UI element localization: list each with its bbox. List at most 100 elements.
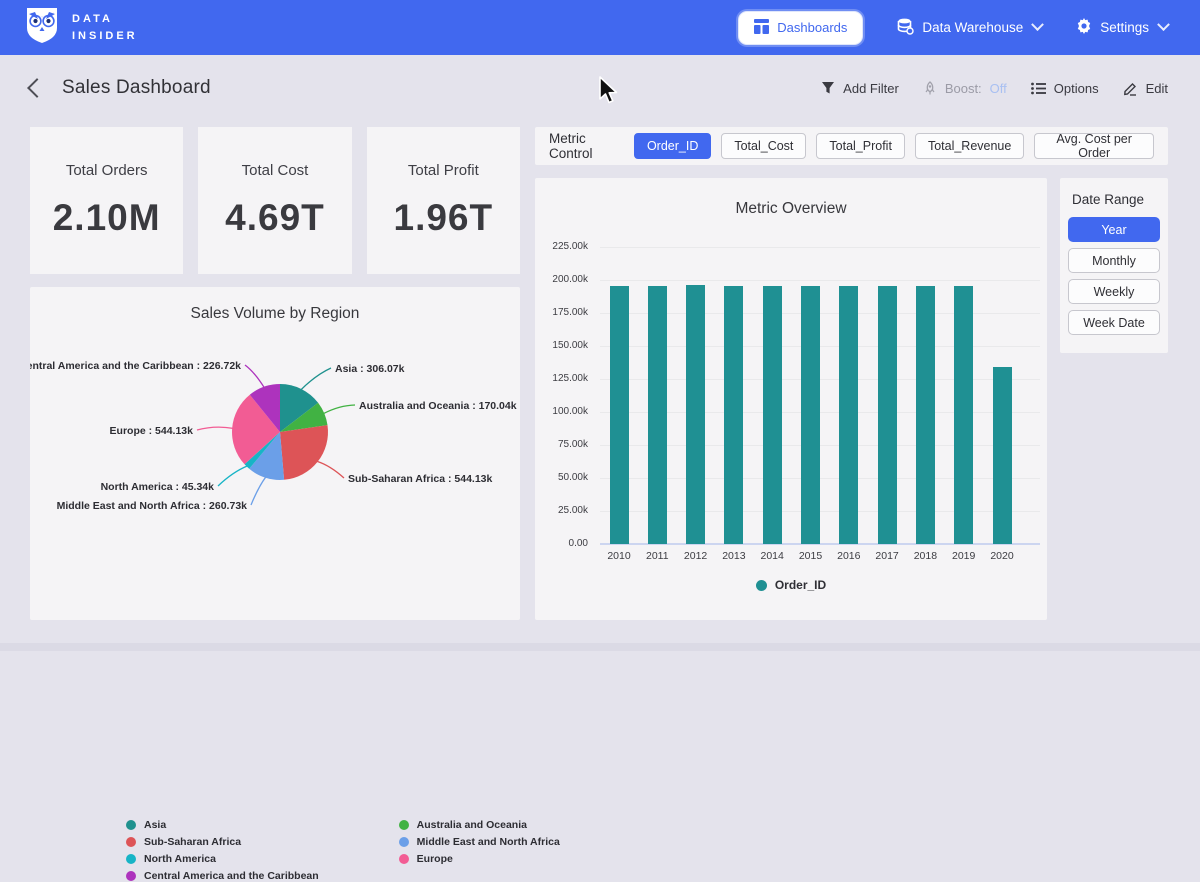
bar-chart-legend: Order_ID bbox=[535, 578, 1047, 592]
bar-2017[interactable] bbox=[878, 286, 897, 544]
y-tick-label: 25.00k bbox=[538, 505, 588, 516]
database-icon bbox=[897, 18, 914, 38]
bar-2020[interactable] bbox=[993, 367, 1012, 544]
add-filter-button[interactable]: Add Filter bbox=[821, 81, 899, 96]
x-tick-label: 2018 bbox=[905, 550, 945, 562]
pie-slice-label: Asia : 306.07k bbox=[335, 363, 405, 375]
x-tick-label: 2010 bbox=[599, 550, 639, 562]
kpi-value: 4.69T bbox=[225, 197, 325, 239]
date-range-weekly-button[interactable]: Weekly bbox=[1068, 279, 1160, 304]
kpi-card-total-orders: Total Orders 2.10M bbox=[30, 127, 183, 274]
top-navbar: DATA INSIDER Dashboards bbox=[0, 0, 1200, 55]
legend-item: Central America and the Caribbean bbox=[126, 870, 319, 882]
chevron-down-icon bbox=[1157, 18, 1170, 31]
settings-label: Settings bbox=[1100, 20, 1149, 35]
pie-slice-label: Middle East and North Africa : 260.73k bbox=[57, 500, 248, 512]
metric-chip-total-revenue[interactable]: Total_Revenue bbox=[915, 133, 1024, 159]
metric-chip-total-cost[interactable]: Total_Cost bbox=[721, 133, 806, 159]
date-range-panel: Date Range Year Monthly Weekly Week Date bbox=[1060, 178, 1168, 353]
filter-funnel-icon bbox=[821, 81, 835, 95]
pie-label-line bbox=[197, 427, 233, 430]
kpi-label: Total Profit bbox=[408, 162, 479, 179]
bar-2015[interactable] bbox=[801, 286, 820, 544]
bar-2011[interactable] bbox=[648, 286, 667, 544]
pie-slice-label: North America : 45.34k bbox=[101, 481, 215, 493]
legend-item: Europe bbox=[399, 853, 560, 865]
legend-item: Sub-Saharan Africa bbox=[126, 836, 319, 848]
dashboard-header: Sales Dashboard Add Filter Boost: Off bbox=[0, 55, 1200, 121]
x-tick-label: 2019 bbox=[944, 550, 984, 562]
dashboard-grid-icon bbox=[754, 19, 769, 37]
x-tick-label: 2020 bbox=[982, 550, 1022, 562]
metric-chip-total-profit[interactable]: Total_Profit bbox=[816, 133, 905, 159]
y-tick-label: 200.00k bbox=[538, 274, 588, 285]
bar-2018[interactable] bbox=[916, 286, 935, 544]
metric-chip-avg-cost-per-order[interactable]: Avg. Cost per Order bbox=[1034, 133, 1154, 159]
bar-2014[interactable] bbox=[763, 286, 782, 544]
kpi-value: 2.10M bbox=[53, 197, 161, 239]
pencil-icon bbox=[1123, 81, 1138, 96]
pie-label-line bbox=[317, 461, 344, 478]
kpi-card-total-cost: Total Cost 4.69T bbox=[198, 127, 351, 274]
bar-chart-plot[interactable] bbox=[600, 247, 1040, 544]
pie-label-line bbox=[323, 405, 355, 414]
pie-slice-label: Sub-Saharan Africa : 544.13k bbox=[348, 473, 492, 485]
sales-volume-pie-card: Sales Volume by Region Asia : 306.07kAus… bbox=[30, 287, 520, 620]
pie-chart[interactable]: Asia : 306.07k Australia and Oceania : 17… bbox=[30, 287, 520, 537]
chevron-down-icon bbox=[1031, 18, 1044, 31]
x-tick-label: 2016 bbox=[829, 550, 869, 562]
pie-slice-label: Central America and the Caribbean : 226.… bbox=[30, 360, 241, 372]
chart-title: Metric Overview bbox=[535, 200, 1047, 218]
rocket-icon bbox=[923, 81, 937, 96]
kpi-card-total-profit: Total Profit 1.96T bbox=[367, 127, 520, 274]
kpi-label: Total Cost bbox=[242, 162, 309, 179]
app-window: DATA INSIDER Dashboards bbox=[0, 0, 1200, 651]
pie-slice-label: Australia and Oceania : 170.04k bbox=[359, 400, 517, 412]
date-range-week-date-button[interactable]: Week Date bbox=[1068, 310, 1160, 335]
metric-chip-order-id[interactable]: Order_ID bbox=[634, 133, 711, 159]
date-range-monthly-button[interactable]: Monthly bbox=[1068, 248, 1160, 273]
pie-slice-label: Europe : 544.13k bbox=[110, 425, 194, 437]
legend-item: Asia bbox=[126, 819, 319, 831]
x-tick-label: 2017 bbox=[867, 550, 907, 562]
x-tick-label: 2012 bbox=[676, 550, 716, 562]
options-button[interactable]: Options bbox=[1031, 81, 1099, 96]
kpi-value: 1.96T bbox=[394, 197, 494, 239]
data-warehouse-label: Data Warehouse bbox=[922, 20, 1023, 35]
pie-label-line bbox=[251, 477, 266, 505]
pie-slice-2[interactable] bbox=[280, 425, 328, 480]
legend-item: Middle East and North Africa bbox=[399, 836, 560, 848]
back-button[interactable] bbox=[27, 78, 47, 98]
legend-label: Order_ID bbox=[775, 578, 826, 592]
gridline bbox=[600, 280, 1040, 281]
x-tick-label: 2015 bbox=[791, 550, 831, 562]
legend-item: North America bbox=[126, 853, 319, 865]
dashboards-button[interactable]: Dashboards bbox=[738, 11, 863, 45]
bar-2016[interactable] bbox=[839, 286, 858, 544]
date-range-year-button[interactable]: Year bbox=[1068, 217, 1160, 242]
y-tick-label: 150.00k bbox=[538, 340, 588, 351]
pie-label-line bbox=[301, 368, 331, 390]
bar-2012[interactable] bbox=[686, 285, 705, 544]
metric-control-bar: Metric Control Order_ID Total_Cost Total… bbox=[535, 127, 1168, 165]
page-title: Sales Dashboard bbox=[62, 77, 211, 99]
gridline bbox=[600, 247, 1040, 248]
kpi-row: Total Orders 2.10M Total Cost 4.69T Tota… bbox=[30, 127, 520, 274]
y-tick-label: 225.00k bbox=[538, 241, 588, 252]
settings-menu[interactable]: Settings bbox=[1076, 18, 1168, 37]
bar-2013[interactable] bbox=[724, 286, 743, 544]
date-range-label: Date Range bbox=[1072, 192, 1160, 207]
x-tick-label: 2013 bbox=[714, 550, 754, 562]
bar-2019[interactable] bbox=[954, 286, 973, 544]
x-tick-label: 2011 bbox=[637, 550, 677, 562]
data-warehouse-menu[interactable]: Data Warehouse bbox=[897, 18, 1042, 38]
y-tick-label: 50.00k bbox=[538, 472, 588, 483]
pie-label-line bbox=[245, 365, 264, 388]
edit-button[interactable]: Edit bbox=[1123, 81, 1168, 96]
gear-icon bbox=[1076, 18, 1092, 37]
brand-logo[interactable]: DATA INSIDER bbox=[24, 6, 138, 49]
boost-state: Off bbox=[990, 81, 1007, 96]
y-tick-label: 125.00k bbox=[538, 373, 588, 384]
bar-2010[interactable] bbox=[610, 286, 629, 544]
boost-toggle[interactable]: Boost: Off bbox=[923, 81, 1007, 96]
